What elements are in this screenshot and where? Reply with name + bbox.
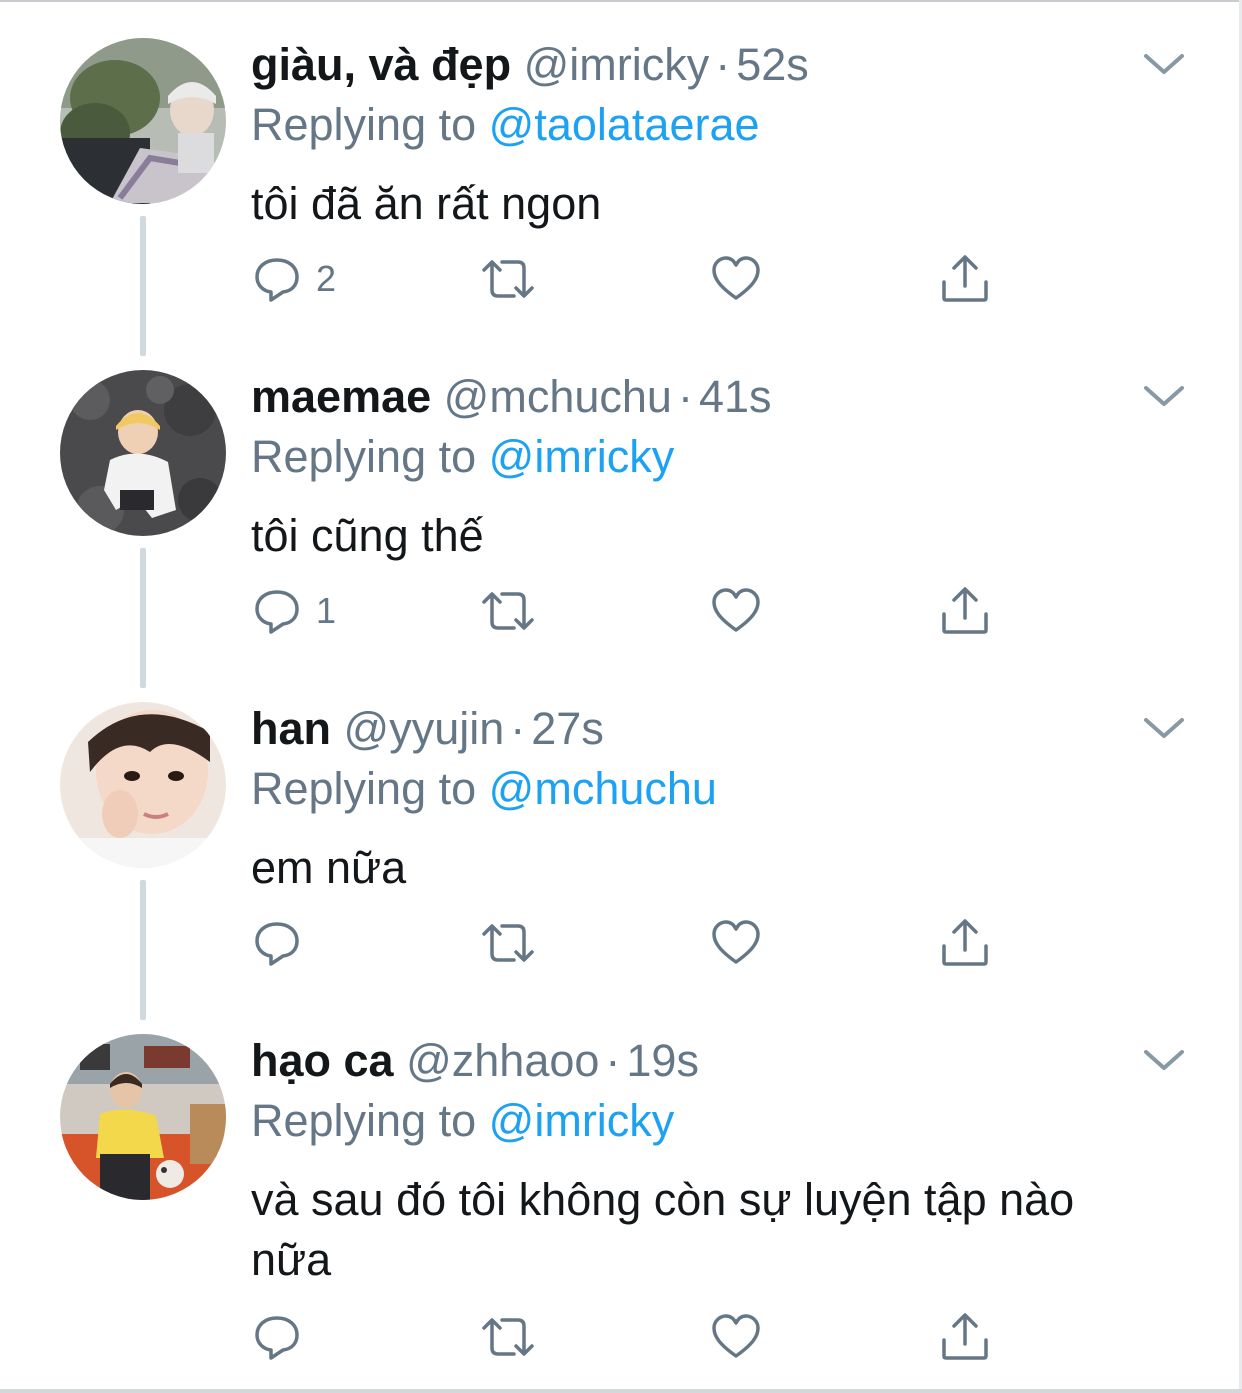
chevron-down-icon[interactable]: [1140, 1040, 1188, 1080]
reply-button[interactable]: [250, 1310, 316, 1364]
reply-icon: [255, 922, 299, 966]
reply-icon: [255, 590, 299, 634]
top-border: [0, 0, 1242, 2]
display-name[interactable]: giàu, và đẹp: [251, 39, 511, 90]
user-handle[interactable]: @yyujin: [344, 703, 505, 754]
tweet-header: giàu, và đẹp @imricky · 52s: [251, 40, 809, 90]
tweet-header: maemae @mchuchu · 41s: [251, 372, 772, 422]
display-name[interactable]: maemae: [251, 371, 431, 422]
display-name[interactable]: hạo ca: [251, 1035, 394, 1086]
tweet[interactable]: hạo ca @zhhaoo · 19s Replying to @imricky …: [0, 1034, 1242, 1384]
timestamp[interactable]: 19s: [626, 1035, 699, 1086]
replying-to-handle[interactable]: @imricky: [489, 431, 675, 482]
replying-to: Replying to @imricky: [251, 432, 674, 482]
replying-to-handle[interactable]: @taolataerae: [489, 99, 760, 150]
chevron-down-icon[interactable]: [1140, 44, 1188, 84]
user-handle[interactable]: @zhhaoo: [406, 1035, 599, 1086]
timestamp[interactable]: 52s: [736, 39, 809, 90]
like-icon: [712, 920, 760, 964]
tweet-actions: 2: [250, 252, 1010, 306]
tweet-actions: [250, 1310, 1010, 1364]
reply-count: 1: [316, 590, 337, 631]
avatar[interactable]: [60, 38, 226, 204]
tweet-actions: [250, 916, 1010, 970]
tweet-header: hạo ca @zhhaoo · 19s: [251, 1036, 699, 1086]
timestamp[interactable]: 41s: [699, 371, 772, 422]
retweet-icon: [482, 1318, 534, 1356]
display-name[interactable]: han: [251, 703, 331, 754]
share-icon: [942, 1313, 988, 1360]
like-icon: [712, 588, 760, 632]
replying-to: Replying to @taolataerae: [251, 100, 760, 150]
reply-icon: [255, 258, 299, 302]
bottom-border: [0, 1389, 1242, 1393]
share-button[interactable]: [938, 1310, 992, 1364]
avatar[interactable]: [60, 702, 226, 868]
tweet-actions: 1: [250, 584, 1010, 638]
like-icon: [712, 256, 760, 300]
reply-button[interactable]: 1: [250, 584, 336, 638]
reply-icon: [255, 1316, 299, 1360]
replying-to-label: Replying to: [251, 431, 477, 482]
tweet[interactable]: giàu, và đẹp @imricky · 52s Replying to @t…: [0, 38, 1242, 338]
like-button[interactable]: [709, 1310, 763, 1364]
share-icon: [942, 919, 988, 966]
avatar[interactable]: [60, 1034, 226, 1200]
tweet[interactable]: maemae @mchuchu · 41s Replying to @imricky…: [0, 370, 1242, 670]
separator-dot: ·: [677, 371, 693, 422]
share-button[interactable]: [938, 252, 992, 306]
share-icon: [942, 587, 988, 634]
replying-to-handle[interactable]: @mchuchu: [489, 763, 717, 814]
timestamp[interactable]: 27s: [531, 703, 604, 754]
replying-to-label: Replying to: [251, 99, 477, 150]
tweet-text: em nữa: [251, 842, 407, 893]
like-icon: [712, 1314, 760, 1358]
reply-button[interactable]: [250, 916, 316, 970]
retweet-icon: [482, 592, 534, 630]
chevron-down-icon[interactable]: [1140, 376, 1188, 416]
replying-to-label: Replying to: [251, 763, 477, 814]
tweet-header: han @yyujin · 27s: [251, 704, 604, 754]
user-handle[interactable]: @imricky: [524, 39, 710, 90]
like-button[interactable]: [709, 252, 763, 306]
separator-dot: ·: [605, 1035, 621, 1086]
user-handle[interactable]: @mchuchu: [444, 371, 672, 422]
retweet-icon: [482, 924, 534, 962]
reply-button[interactable]: 2: [250, 252, 336, 306]
retweet-button[interactable]: [478, 916, 538, 970]
retweet-button[interactable]: [478, 1310, 538, 1364]
chevron-down-icon[interactable]: [1140, 708, 1188, 748]
tweet-text: tôi cũng thế: [251, 510, 484, 561]
share-button[interactable]: [938, 584, 992, 638]
retweet-button[interactable]: [478, 252, 538, 306]
replying-to-handle[interactable]: @imricky: [489, 1095, 675, 1146]
reply-count: 2: [316, 258, 337, 299]
separator-dot: ·: [510, 703, 526, 754]
replying-to: Replying to @mchuchu: [251, 764, 717, 814]
retweet-icon: [482, 260, 534, 298]
tweet-text: và sau đó tôi không còn sự luyện tập nào…: [251, 1174, 1075, 1285]
replying-to: Replying to @imricky: [251, 1096, 674, 1146]
like-button[interactable]: [709, 584, 763, 638]
retweet-button[interactable]: [478, 584, 538, 638]
separator-dot: ·: [715, 39, 731, 90]
replying-to-label: Replying to: [251, 1095, 477, 1146]
tweet-text: tôi đã ăn rất ngon: [251, 178, 602, 229]
share-button[interactable]: [938, 916, 992, 970]
tweet[interactable]: han @yyujin · 27s Replying to @mchuchu em …: [0, 702, 1242, 1002]
avatar[interactable]: [60, 370, 226, 536]
like-button[interactable]: [709, 916, 763, 970]
share-icon: [942, 255, 988, 302]
